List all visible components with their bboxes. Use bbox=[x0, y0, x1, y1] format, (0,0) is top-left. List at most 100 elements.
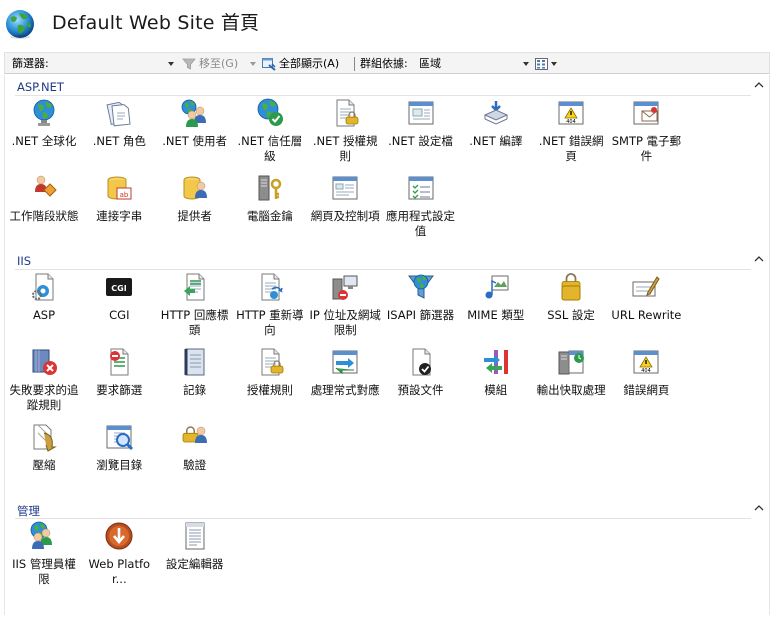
funnel-icon bbox=[182, 58, 196, 70]
session-state-icon bbox=[35, 175, 57, 197]
feature-item[interactable]: Web Platfor... bbox=[82, 520, 156, 595]
logging-icon bbox=[184, 348, 205, 376]
url-rewrite-icon bbox=[632, 276, 661, 297]
feature-item[interactable]: .NET 設定檔 bbox=[384, 97, 458, 172]
authentication-icon bbox=[182, 426, 207, 443]
feature-item[interactable]: SMTP 電子郵件 bbox=[609, 97, 683, 172]
filter-input[interactable] bbox=[61, 56, 171, 72]
feature-item[interactable]: 授權規則 bbox=[233, 346, 307, 421]
feature-item[interactable]: 工作階段狀態 bbox=[7, 172, 81, 247]
feature-label: HTTP 回應標頭 bbox=[160, 308, 229, 337]
web-platform-icon bbox=[105, 522, 133, 550]
feature-label: 授權規則 bbox=[246, 383, 293, 397]
feature-item[interactable]: .NET 編譯 bbox=[459, 97, 533, 172]
feature-label: .NET 編譯 bbox=[469, 134, 523, 148]
feature-item[interactable]: 輸出快取處理 bbox=[534, 346, 608, 421]
section-divider bbox=[15, 95, 751, 96]
authorization-rules-icon bbox=[261, 348, 284, 376]
providers-icon bbox=[183, 176, 207, 200]
trust-levels-icon bbox=[257, 98, 283, 126]
feature-item[interactable]: IIS 管理員權限 bbox=[7, 520, 81, 595]
feature-item[interactable]: URL Rewrite bbox=[609, 271, 683, 346]
page-header: Default Web Site 首頁 bbox=[0, 0, 774, 50]
feature-item[interactable]: SSL 設定 bbox=[534, 271, 608, 346]
feature-item[interactable]: HTTP 回應標頭 bbox=[158, 271, 232, 346]
page-title: Default Web Site 首頁 bbox=[52, 12, 260, 34]
feature-item[interactable]: .NET 授權規則 bbox=[308, 97, 382, 172]
feature-item[interactable]: .NET 使用者 bbox=[158, 97, 232, 172]
feature-label: .NET 使用者 bbox=[162, 134, 227, 148]
feature-item[interactable]: 記錄 bbox=[158, 346, 232, 421]
group-by-select[interactable]: 區域 bbox=[419, 56, 527, 72]
collapse-chevron-icon[interactable] bbox=[753, 502, 765, 514]
feature-label: SSL 設定 bbox=[547, 308, 595, 322]
feature-item[interactable]: MIME 類型 bbox=[459, 271, 533, 346]
feature-item[interactable]: IP 位址及網域限制 bbox=[308, 271, 382, 346]
feature-label: CGI bbox=[109, 308, 130, 322]
feature-item[interactable]: 失敗要求的追蹤規則 bbox=[7, 346, 81, 421]
directory-browsing-icon bbox=[106, 425, 134, 451]
feature-label: .NET 全球化 bbox=[11, 134, 77, 148]
output-caching-icon bbox=[558, 350, 585, 375]
section-header[interactable]: 管理 bbox=[5, 500, 771, 520]
collapse-chevron-icon[interactable] bbox=[753, 79, 765, 91]
feature-item[interactable]: ab 連接字串 bbox=[82, 172, 156, 247]
feature-label: .NET 信任層級 bbox=[237, 134, 303, 163]
goto-dropdown-arrow-icon[interactable] bbox=[250, 62, 256, 66]
feature-label: 輸出快取處理 bbox=[536, 383, 606, 397]
filter-dropdown-arrow-icon[interactable] bbox=[168, 62, 174, 66]
feature-item[interactable]: 404 錯誤網頁 bbox=[609, 346, 683, 421]
pages-controls-icon bbox=[332, 176, 358, 200]
group-by-dropdown-arrow-icon[interactable] bbox=[523, 62, 529, 66]
http-headers-icon bbox=[183, 273, 205, 301]
configuration-editor-icon bbox=[185, 522, 205, 550]
app-settings-icon bbox=[408, 176, 433, 200]
view-mode-icon[interactable] bbox=[534, 56, 550, 72]
feature-item[interactable]: 瀏覽目錄 bbox=[82, 421, 156, 496]
feature-label: .NET 授權規則 bbox=[312, 134, 378, 163]
feature-item[interactable]: 電腦金鑰 bbox=[233, 172, 307, 247]
feature-item[interactable]: 設定編輯器 bbox=[158, 520, 232, 595]
feature-item[interactable]: .NET 信任層級 bbox=[233, 97, 307, 172]
goto-button[interactable]: 移至(G) bbox=[199, 56, 238, 72]
feature-item[interactable]: 處理常式對應 bbox=[308, 346, 382, 421]
section-header[interactable]: ASP.NET bbox=[5, 77, 771, 97]
svg-text:CGI: CGI bbox=[112, 284, 127, 293]
feature-label: MIME 類型 bbox=[467, 308, 525, 322]
feature-item[interactable]: 404 .NET 錯誤網頁 bbox=[534, 97, 608, 172]
feature-item[interactable]: 要求篩選 bbox=[82, 346, 156, 421]
feature-item[interactable]: 提供者 bbox=[158, 172, 232, 247]
feature-item[interactable]: .NET 角色 bbox=[82, 97, 156, 172]
show-all-button[interactable]: 全部顯示(A) bbox=[279, 56, 339, 72]
feature-item[interactable]: .NET 全球化 bbox=[7, 97, 81, 172]
collapse-chevron-icon[interactable] bbox=[753, 253, 765, 265]
features-content: ASP.NET .NET 全球化 .NET 角色 .NET 使用者 .NET 信任層級… bbox=[4, 75, 770, 615]
feature-label: Web Platfor... bbox=[88, 557, 151, 586]
feature-item[interactable]: 預設文件 bbox=[384, 346, 458, 421]
feature-label: SMTP 電子郵件 bbox=[611, 134, 682, 163]
feature-label: 處理常式對應 bbox=[310, 383, 380, 397]
feature-item[interactable]: ISAPI 篩選器 bbox=[384, 271, 458, 346]
cgi-icon: CGI bbox=[106, 278, 133, 296]
feature-item[interactable]: 網頁及控制項 bbox=[308, 172, 382, 247]
svg-text:404: 404 bbox=[566, 119, 576, 125]
section-header[interactable]: IIS bbox=[5, 251, 771, 271]
section-title: 管理 bbox=[17, 504, 40, 518]
http-redirect-icon bbox=[261, 273, 283, 301]
feature-label: .NET 設定檔 bbox=[388, 134, 453, 148]
feature-item[interactable]: HTTP 重新導向 bbox=[233, 271, 307, 346]
users-icon bbox=[181, 99, 206, 127]
feature-label: 要求篩選 bbox=[96, 383, 143, 397]
view-mode-dropdown-arrow-icon[interactable] bbox=[551, 62, 557, 66]
feature-item[interactable]: ASP bbox=[7, 271, 81, 346]
feature-label: 設定編輯器 bbox=[165, 557, 224, 571]
toolbar-separator bbox=[354, 57, 355, 71]
failed-request-tracing-icon bbox=[32, 349, 57, 375]
feature-item[interactable]: CGI CGI bbox=[82, 271, 156, 346]
feature-item[interactable]: 模組 bbox=[459, 346, 533, 421]
feature-item[interactable]: 壓縮 bbox=[7, 421, 81, 496]
feature-label: 錯誤網頁 bbox=[623, 383, 670, 397]
feature-item[interactable]: 驗證 bbox=[158, 421, 232, 496]
compilation-icon bbox=[483, 101, 509, 125]
feature-item[interactable]: 應用程式設定值 bbox=[384, 172, 458, 247]
